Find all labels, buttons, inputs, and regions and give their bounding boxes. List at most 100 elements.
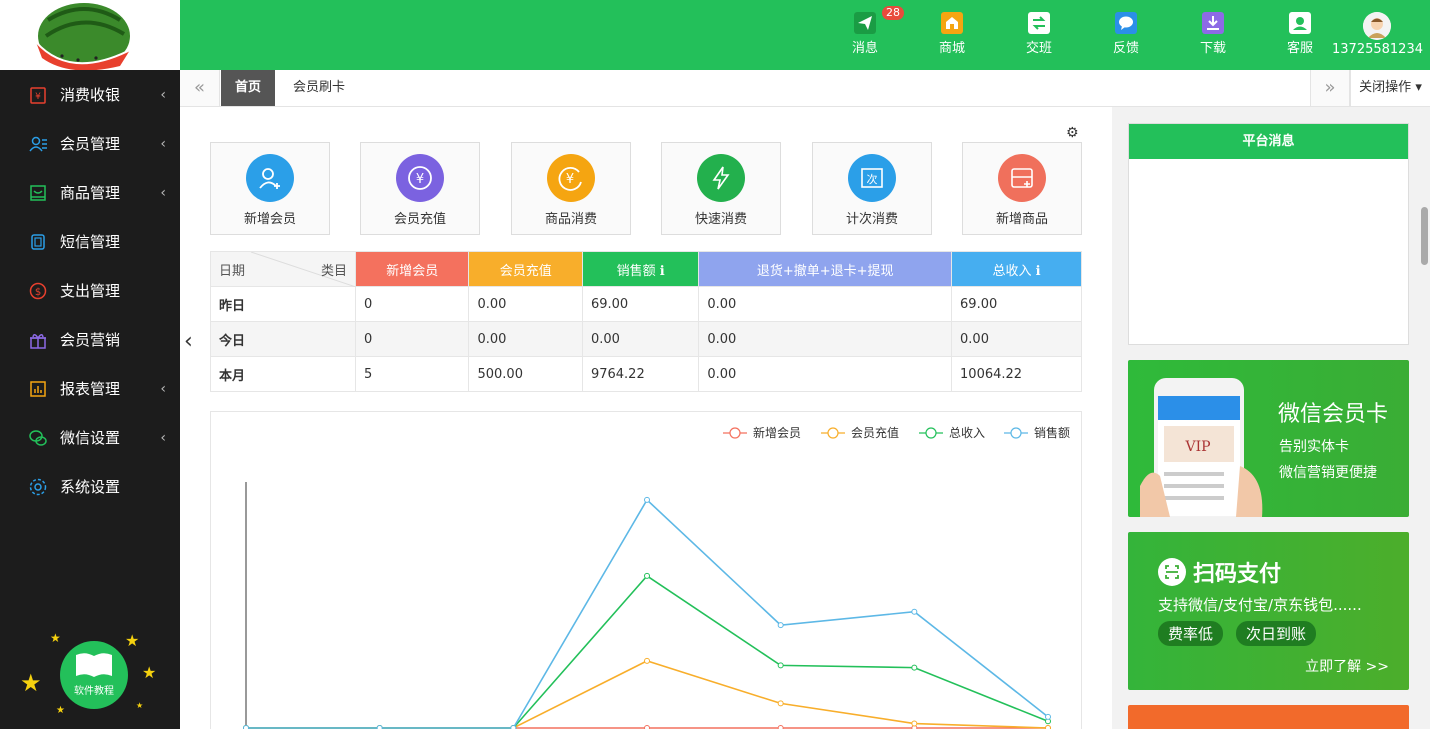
svg-text:VIP: VIP — [1184, 439, 1210, 455]
table-cell: 0.00 — [468, 286, 583, 322]
data-point — [644, 725, 650, 729]
orange-banner[interactable] — [1128, 705, 1409, 729]
sidebar-item-label: 系统设置 — [60, 478, 121, 496]
data-point — [911, 720, 918, 727]
table-row: 本月 5 500.00 9764.22 0.00 10064.22 — [210, 356, 1082, 392]
star-icon: ★ — [136, 701, 144, 710]
wechat-card-banner[interactable]: VIP 微信会员卡 告别实体卡 微信营销更便捷 — [1128, 360, 1409, 517]
gift-icon — [30, 333, 46, 349]
settings-icon — [29, 478, 47, 495]
scan-pay-banner[interactable]: 扫码支付 支持微信/支付宝/京东钱包...... 费率低 次日到账 立即了解 >… — [1128, 532, 1409, 690]
legend-label: 新增会员 — [753, 425, 801, 440]
sidebar-item-settings[interactable]: 系统设置 — [0, 462, 180, 511]
legend-label: 销售额 — [1034, 425, 1070, 440]
header-item-feedback[interactable]: 反馈 — [1096, 12, 1156, 56]
table-cell: 0.00 — [951, 321, 1082, 357]
sidebar-item-label: 报表管理 — [60, 380, 121, 398]
close-ops-label: 关闭操作 — [1359, 80, 1412, 95]
tab-bar: « 首页 会员刷卡 » 关闭操作 ▾ — [180, 70, 1430, 107]
row-label: 今日 — [210, 321, 356, 357]
svg-text:¥: ¥ — [35, 92, 41, 102]
sidebar-item-expense[interactable]: $ 支出管理 — [0, 266, 180, 315]
data-point — [911, 608, 918, 615]
chart-svg: 新增会员 会员充值 总收入 销售额 — [243, 425, 1070, 729]
header-item-label: 反馈 — [1112, 41, 1139, 56]
quick-fast-consume-button[interactable]: 快速消费 — [661, 142, 781, 235]
top-bar: 28 消息 商城 交班 反馈 下载 客服 13725581234 — [180, 0, 1430, 70]
tutorial-circle: 软件教程 — [60, 641, 128, 709]
sidebar-item-goods[interactable]: 商品管理 ‹ — [0, 168, 180, 217]
chevron-left-icon: ‹ — [160, 135, 166, 152]
series-line — [246, 660, 1049, 729]
stats-table: 日期 类目 新增会员 会员充值 销售额 ℹ 退货+撤单+退卡+提现 总收入 ℹ … — [210, 251, 1082, 392]
data-point — [644, 657, 650, 664]
series-line — [246, 498, 1049, 729]
data-point — [1045, 725, 1051, 729]
quick-count-consume-button[interactable]: 次 计次消费 — [812, 142, 932, 235]
learn-more-link[interactable]: 立即了解 >> — [1305, 656, 1389, 676]
header-item-store[interactable]: 商城 — [922, 12, 982, 56]
tab-home[interactable]: 首页 — [221, 70, 276, 106]
user-phone: 13725581234 — [1332, 42, 1423, 57]
message-badge: 28 — [882, 6, 904, 20]
stats-col-header[interactable]: 销售额 ℹ — [581, 251, 700, 287]
tag-low-fee: 费率低 — [1158, 621, 1224, 646]
table-cell: 0.00 — [581, 321, 700, 357]
stats-col-header[interactable]: 总收入 ℹ — [951, 251, 1082, 287]
header-item-label: 下载 — [1199, 41, 1226, 56]
data-point — [510, 725, 517, 729]
header-item-download[interactable]: 下载 — [1183, 12, 1243, 56]
sidebar-item-label: 会员管理 — [60, 135, 121, 153]
row-label: 本月 — [210, 356, 356, 392]
chevron-left-icon: ‹ — [160, 380, 166, 397]
table-cell: 500.00 — [468, 356, 583, 392]
quick-action-label: 新增商品 — [995, 212, 1048, 227]
quick-goods-consume-button[interactable]: ¥ 商品消费 — [511, 142, 631, 235]
header-item-service[interactable]: 客服 — [1270, 12, 1330, 56]
chevron-left-icon[interactable]: ‹ — [184, 329, 193, 354]
scrollbar[interactable] — [1421, 207, 1428, 265]
report-icon — [30, 380, 46, 397]
shift-swap-icon — [1028, 12, 1050, 34]
store-icon — [941, 12, 963, 34]
sidebar-item-reports[interactable]: 报表管理 ‹ — [0, 364, 180, 413]
tab-member-card[interactable]: 会员刷卡 — [279, 70, 359, 106]
svg-text:$: $ — [35, 287, 41, 298]
tag-next-day: 次日到账 — [1236, 621, 1317, 646]
sidebar-item-wechat[interactable]: 微信设置 ‹ — [0, 413, 180, 462]
quick-recharge-button[interactable]: ¥ 会员充值 — [360, 142, 480, 235]
stats-col-header: 会员充值 — [468, 251, 583, 287]
quick-action-label: 商品消费 — [544, 212, 597, 227]
sidebar-item-members[interactable]: 会员管理 ‹ — [0, 119, 180, 168]
table-cell: 5 — [354, 356, 470, 392]
sidebar-item-checkout[interactable]: ¥ 消费收银 ‹ — [0, 70, 180, 119]
sidebar-item-sms[interactable]: 短信管理 — [0, 217, 180, 266]
wechat-card-title: 微信会员卡 — [1278, 402, 1389, 427]
phone-in-hand-image: VIP — [1140, 378, 1263, 517]
stats-corner-cell: 日期 类目 — [210, 251, 356, 287]
legend-label: 总收入 — [949, 426, 985, 440]
expense-icon: $ — [29, 282, 47, 299]
header-item-shift[interactable]: 交班 — [1009, 12, 1069, 56]
sidebar-item-label: 支出管理 — [60, 282, 121, 300]
table-cell: 0.00 — [468, 321, 583, 357]
tab-scroll-left-button[interactable]: « — [180, 70, 220, 106]
quick-add-member-button[interactable]: 新增会员 — [210, 142, 330, 235]
header-item-messages[interactable]: 28 消息 — [835, 6, 904, 56]
sidebar-item-label: 短信管理 — [60, 233, 121, 251]
close-operations-dropdown[interactable]: 关闭操作 ▾ — [1350, 70, 1430, 106]
gear-icon[interactable]: ⚙ — [1066, 125, 1079, 141]
legend-marker — [827, 427, 839, 439]
customer-service-icon — [1289, 12, 1311, 34]
tutorial-button[interactable]: ★ ★ ★ ★ ★ ★ 软件教程 — [20, 631, 160, 721]
sidebar-item-marketing[interactable]: 会员营销 — [0, 315, 180, 364]
quick-action-label: 新增会员 — [243, 212, 296, 227]
paper-plane-icon: 28 — [854, 6, 904, 34]
table-cell: 9764.22 — [581, 356, 700, 392]
quick-add-goods-button[interactable]: 新增商品 — [962, 142, 1082, 235]
user-menu[interactable]: 13725581234 — [1332, 12, 1423, 57]
main-content: ⚙ ‹ 新增会员 ¥ 会员充值 ¥ 商品消费 快速消费 次 计次消费 新增商品 — [180, 107, 1112, 729]
tutorial-label: 软件教程 — [74, 686, 114, 697]
tab-scroll-right-button[interactable]: » — [1310, 70, 1350, 106]
data-point — [376, 725, 383, 729]
